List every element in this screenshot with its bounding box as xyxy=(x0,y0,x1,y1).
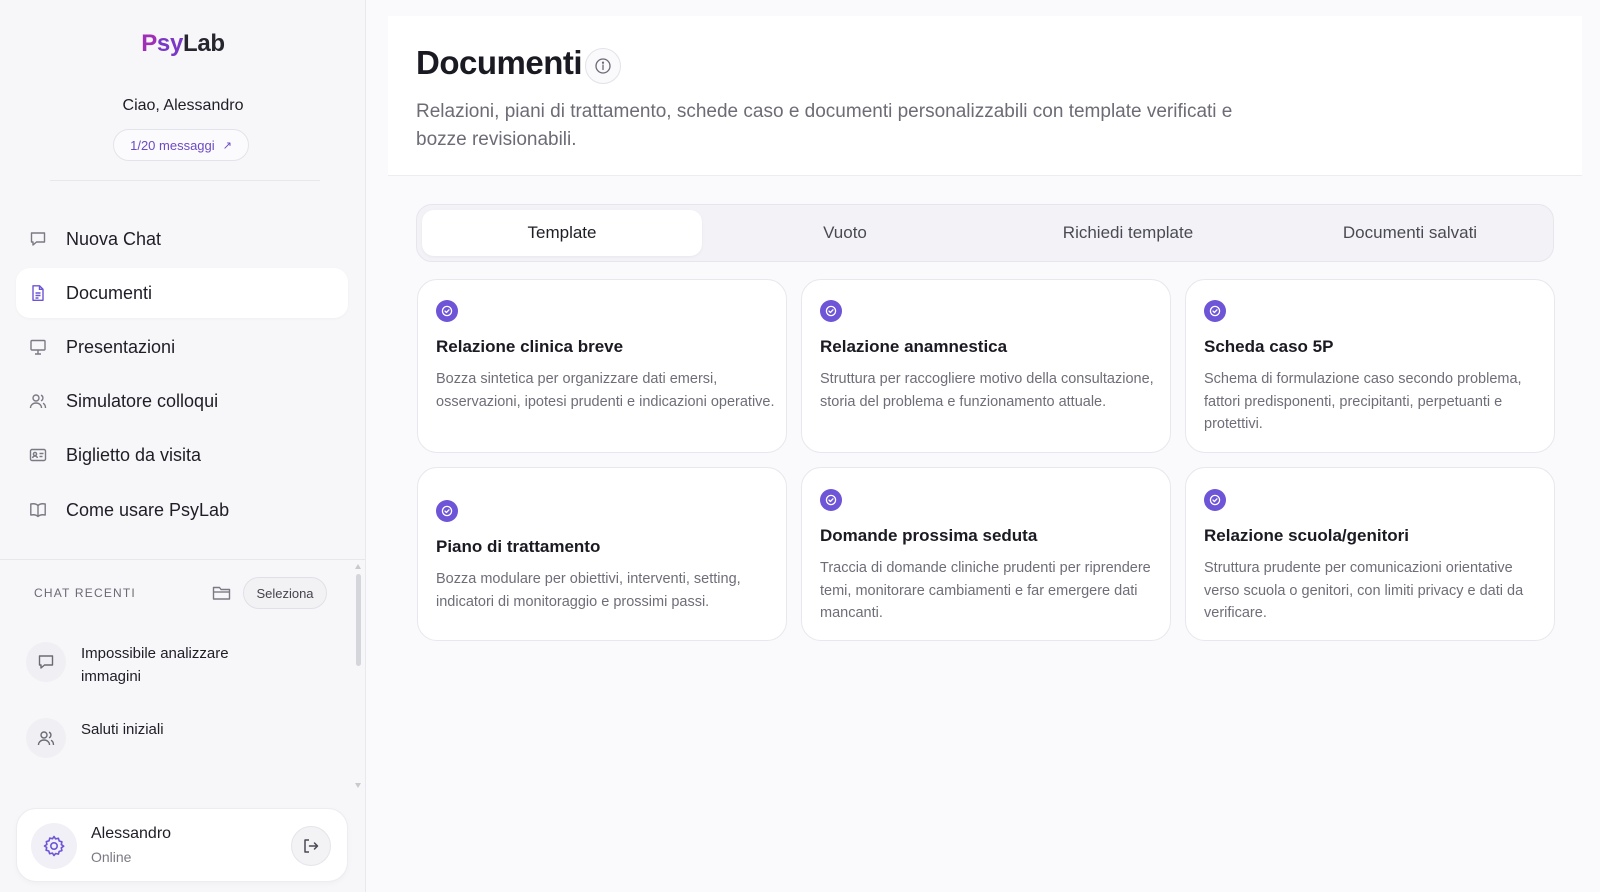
sidebar-item-label: Come usare PsyLab xyxy=(66,500,230,520)
check-circle-icon xyxy=(1204,489,1226,511)
gear-icon[interactable] xyxy=(31,823,77,869)
template-card[interactable]: Relazione anamnestica Struttura per racc… xyxy=(801,279,1171,453)
card-title: Relazione clinica breve xyxy=(436,337,624,356)
id-card-icon xyxy=(28,445,48,465)
page-title: Documenti xyxy=(416,44,583,81)
scroll-up-arrow-icon[interactable] xyxy=(355,564,361,569)
logo-sy: sy xyxy=(156,30,184,57)
sidebar-item-label: Nuova Chat xyxy=(66,229,162,249)
sidebar-item-nuova-chat[interactable]: Nuova Chat xyxy=(16,214,348,264)
recent-chat-label: Saluti iniziali xyxy=(81,721,164,738)
sidebar-item-label: Simulatore colloqui xyxy=(66,391,219,411)
card-title: Relazione anamnestica xyxy=(820,337,1008,356)
messages-counter-button[interactable]: 1/20 messaggi ↗ xyxy=(113,129,249,161)
check-circle-icon xyxy=(436,500,458,522)
scrollbar-thumb[interactable] xyxy=(356,574,361,666)
card-description: Schema di formulazione caso secondo prob… xyxy=(1204,371,1522,432)
sidebar-item-label: Documenti xyxy=(66,283,153,303)
presentation-icon xyxy=(28,337,48,357)
card-description: Bozza sintetica per organizzare dati eme… xyxy=(436,371,775,410)
page-header: Documenti Relazioni, piani di trattament… xyxy=(388,16,1582,176)
tab-richiedi-template[interactable]: Richiedi template xyxy=(988,210,1268,256)
recent-chats-title: CHAT RECENTI xyxy=(34,586,136,600)
psylab-logo[interactable]: PsyLab xyxy=(0,30,366,58)
scrollbar[interactable] xyxy=(355,564,361,788)
arrow-up-right-icon: ↗ xyxy=(222,139,232,152)
card-description: Bozza modulare per obiettivi, interventi… xyxy=(436,571,741,610)
divider xyxy=(0,559,366,560)
tab-template[interactable]: Template xyxy=(422,210,702,256)
check-circle-icon xyxy=(436,300,458,322)
check-circle-icon xyxy=(820,300,842,322)
chat-bubble-icon xyxy=(28,229,48,249)
check-circle-icon xyxy=(1204,300,1226,322)
divider xyxy=(50,180,320,181)
book-icon xyxy=(28,500,48,520)
document-tabs: Template Vuoto Richiedi template Documen… xyxy=(416,204,1554,262)
sidebar-item-come-usare-psylab[interactable]: Come usare PsyLab xyxy=(16,485,348,535)
template-card[interactable]: Scheda caso 5P Schema di formulazione ca… xyxy=(1185,279,1555,453)
logout-icon xyxy=(304,839,319,853)
logo-p: P xyxy=(141,30,157,57)
card-title: Piano di trattamento xyxy=(436,537,601,556)
sidebar-item-label: Biglietto da visita xyxy=(66,445,202,465)
tab-vuoto[interactable]: Vuoto xyxy=(705,210,985,256)
template-card[interactable]: Piano di trattamento Bozza modulare per … xyxy=(417,467,787,641)
tab-documenti-salvati[interactable]: Documenti salvati xyxy=(1270,210,1550,256)
logout-button[interactable] xyxy=(291,826,331,866)
messages-counter-label: 1/20 messaggi xyxy=(130,137,215,153)
user-name: Alessandro xyxy=(91,825,172,842)
card-title: Scheda caso 5P xyxy=(1204,337,1334,356)
document-icon xyxy=(28,283,48,303)
select-button[interactable]: Seleziona xyxy=(243,577,327,609)
sidebar: PsyLab Ciao, Alessandro 1/20 messaggi ↗ … xyxy=(0,0,366,892)
sidebar-item-presentazioni[interactable]: Presentazioni xyxy=(16,322,348,372)
sidebar-item-simulatore-colloqui[interactable]: Simulatore colloqui xyxy=(16,376,348,426)
check-circle-icon xyxy=(820,489,842,511)
sidebar-item-biglietto-da-visita[interactable]: Biglietto da visita xyxy=(16,430,348,480)
logo-lab: Lab xyxy=(183,30,225,57)
card-description: Traccia di domande cliniche prudenti per… xyxy=(820,560,1151,621)
template-card[interactable]: Relazione scuola/genitori Struttura prud… xyxy=(1185,467,1555,641)
info-icon xyxy=(595,58,611,74)
recent-chat-label: Impossibile analizzare immagini xyxy=(81,645,229,685)
template-card[interactable]: Relazione clinica breve Bozza sintetica … xyxy=(417,279,787,453)
greeting: Ciao, Alessandro xyxy=(122,97,244,114)
page-description: Relazioni, piani di trattamento, schede … xyxy=(416,101,1233,150)
folder-icon[interactable] xyxy=(212,584,232,602)
users-icon xyxy=(26,718,66,758)
card-description: Struttura per raccogliere motivo della c… xyxy=(820,371,1154,410)
card-title: Relazione scuola/genitori xyxy=(1204,526,1409,545)
template-card[interactable]: Domande prossima seduta Traccia di doman… xyxy=(801,467,1171,641)
chat-bubble-icon xyxy=(26,642,66,682)
info-button[interactable] xyxy=(585,48,621,84)
users-icon xyxy=(28,391,48,411)
sidebar-item-documenti[interactable]: Documenti xyxy=(16,268,348,318)
card-title: Domande prossima seduta xyxy=(820,526,1038,545)
scroll-down-arrow-icon[interactable] xyxy=(355,783,361,788)
user-card: Alessandro Online xyxy=(16,808,348,882)
card-description: Struttura prudente per comunicazioni ori… xyxy=(1204,560,1524,621)
user-status: Online xyxy=(91,849,132,865)
sidebar-item-label: Presentazioni xyxy=(66,337,176,357)
